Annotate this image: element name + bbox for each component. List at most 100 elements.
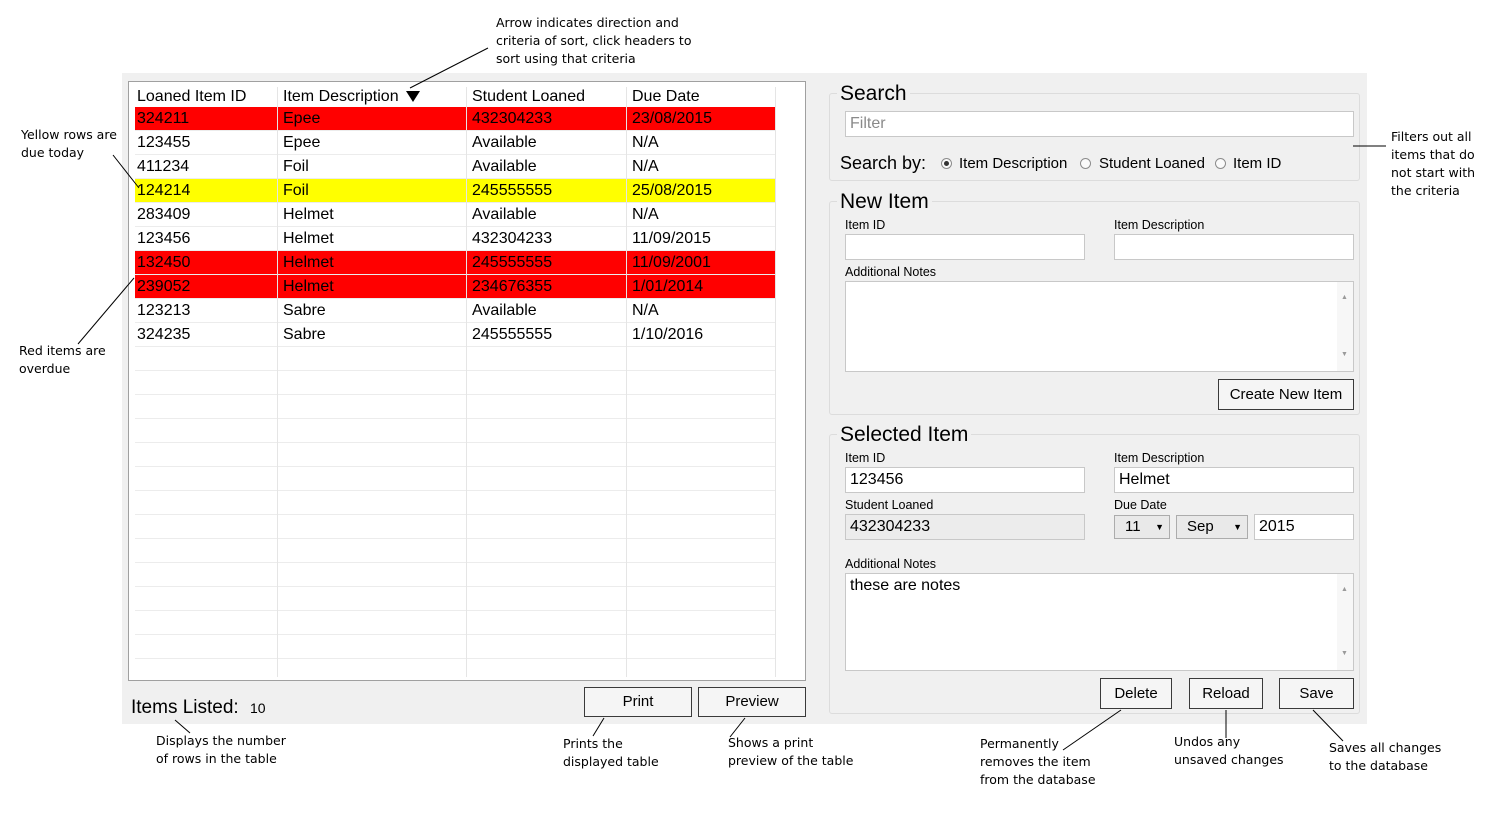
cell-due-date: N/A [632,158,659,175]
cell-due-date: 11/09/2015 [632,230,711,247]
table-row[interactable]: 123456 Helmet 432304233 11/09/2015 [135,227,775,251]
cell-student-loaned: 245555555 [472,254,553,271]
selected-notes-input[interactable]: these are notes ▲ ▼ [845,573,1354,671]
cell-item-description: Epee [283,110,321,127]
cell-item-id: 324211 [137,110,190,127]
grid-line [135,610,775,611]
header-item-description-label: Item Description [283,88,399,105]
cell-item-id: 411234 [137,158,190,175]
new-item-title: New Item [837,190,932,214]
radio-item-id-label[interactable]: Item ID [1233,155,1281,173]
selected-notes-text: these are notes [850,577,961,594]
cell-student-loaned: Available [472,206,537,223]
header-loaned-item-id[interactable]: Loaned Item ID [135,87,277,107]
grid-line [135,394,775,395]
grid-line [135,658,775,659]
cell-due-date: 1/01/2014 [632,278,704,295]
grid-line [135,490,775,491]
cell-student-loaned: Available [472,158,537,175]
cell-item-description: Sabre [283,302,326,319]
notes-scrollbar[interactable]: ▲ ▼ [1337,574,1353,670]
header-item-description[interactable]: Item Description [281,87,466,107]
radio-student-loaned[interactable] [1080,158,1091,169]
table-row[interactable]: 239052 Helmet 234676355 1/01/2014 [135,275,775,299]
grid-line [626,107,627,677]
create-new-item-button[interactable]: Create New Item [1218,379,1354,410]
reload-button[interactable]: Reload [1189,678,1263,709]
due-month-select[interactable]: Sep ▼ [1176,515,1248,539]
cell-due-date: N/A [632,302,659,319]
radio-item-description-label[interactable]: Item Description [959,155,1067,173]
grid-line [135,226,775,227]
table-row[interactable]: 123455 Epee Available N/A [135,131,775,155]
due-month-value: Sep [1187,518,1214,535]
due-day-select[interactable]: 11 ▼ [1114,515,1170,539]
table-row[interactable]: 124214 Foil 245555555 25/08/2015 [135,179,775,203]
table-row[interactable]: 324211 Epee 432304233 23/08/2015 [135,107,775,131]
cell-item-description: Helmet [283,278,334,295]
grid-line [135,274,775,275]
grid-line [135,154,775,155]
header-due-date[interactable]: Due Date [630,87,770,107]
table-row[interactable]: 283409 Helmet Available N/A [135,203,775,227]
cell-student-loaned: 245555555 [472,182,553,199]
header-student-loaned[interactable]: Student Loaned [470,87,625,107]
chevron-down-icon: ▼ [1233,522,1242,532]
grid-line [135,418,775,419]
table-header: Loaned Item ID Item Description Student … [135,87,805,107]
radio-student-loaned-label[interactable]: Student Loaned [1099,155,1205,173]
table-row[interactable]: 324235 Sabre 245555555 1/10/2016 [135,323,775,347]
cell-due-date: 11/09/2001 [632,254,711,271]
cell-item-id: 123455 [137,134,191,151]
selected-notes-label: Additional Notes [845,557,937,571]
loaned-items-table[interactable]: Loaned Item ID Item Description Student … [128,81,806,681]
search-title: Search [837,82,910,106]
preview-button[interactable]: Preview [698,687,806,717]
grid-line [466,107,467,677]
grid-line [135,442,775,443]
annotation-yellow-rows: Yellow rows are due today [21,127,117,160]
radio-item-id[interactable] [1215,158,1226,169]
annotation-preview: Shows a print preview of the table [728,735,854,768]
grid-line [135,346,775,347]
cell-student-loaned: Available [472,302,537,319]
table-row[interactable]: 132450 Helmet 245555555 11/09/2001 [135,251,775,275]
new-item-id-input[interactable] [845,234,1085,260]
annotation-items-count: Displays the number of rows in the table [156,733,286,766]
cell-item-description: Helmet [283,230,334,247]
annotation-reload: Undos any unsaved changes [1174,734,1284,767]
selected-item-desc-input[interactable]: Helmet [1114,467,1354,493]
cell-item-description: Foil [283,158,309,175]
due-year-input[interactable]: 2015 [1254,514,1354,540]
cell-item-id: 132450 [137,254,191,271]
selected-item-id-input[interactable]: 123456 [845,467,1085,493]
cell-item-description: Foil [283,182,309,199]
table-row[interactable]: 411234 Foil Available N/A [135,155,775,179]
new-item-desc-label: Item Description [1114,218,1205,232]
grid-line [135,514,775,515]
cell-item-id: 124214 [137,182,191,199]
grid-line [135,562,775,563]
save-button[interactable]: Save [1279,678,1354,709]
grid-line [775,107,776,677]
grid-line [135,178,775,179]
cell-due-date: 25/08/2015 [632,182,713,199]
radio-item-description[interactable] [941,158,952,169]
annotation-delete: Permanently removes the item from the data… [980,736,1096,787]
new-item-id-label: Item ID [845,218,886,232]
new-item-desc-input[interactable] [1114,234,1354,260]
annotation-print: Prints the displayed table [563,736,659,769]
notes-scrollbar[interactable]: ▲ ▼ [1337,282,1353,371]
grid-line [135,298,775,299]
cell-student-loaned: Available [472,134,537,151]
filter-input[interactable]: Filter [845,111,1354,137]
print-button[interactable]: Print [584,687,692,717]
annotation-red-items: Red items are overdue [19,343,106,376]
cell-item-id: 283409 [137,206,191,223]
delete-button[interactable]: Delete [1100,678,1172,709]
grid-line [135,322,775,323]
grid-line [135,634,775,635]
new-item-notes-input[interactable]: ▲ ▼ [845,281,1354,372]
table-row[interactable]: 123213 Sabre Available N/A [135,299,775,323]
student-loaned-label: Student Loaned [845,498,934,512]
